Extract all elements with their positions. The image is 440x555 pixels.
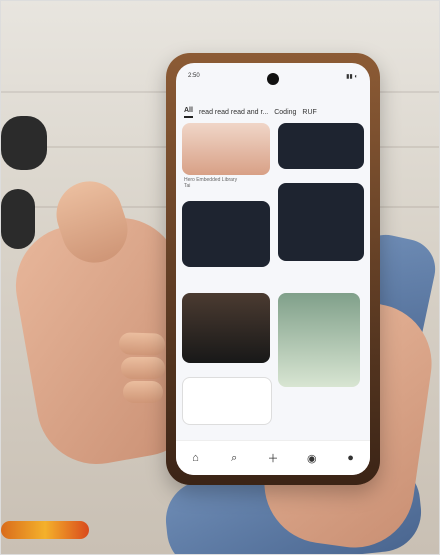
tab-ruf[interactable]: RUF [302,109,316,116]
content-grid: Hero Embedded Library Tai [182,123,364,437]
status-icons: ▮▮ ◐ [346,74,358,80]
left-finger-3 [123,381,163,403]
plus-icon[interactable]: ＋ [264,449,282,467]
card-dark-1[interactable] [278,123,364,169]
bracelet [1,521,89,539]
card-text-1: Hero Embedded Library Tai [184,177,268,189]
tab-all[interactable]: All [184,107,193,118]
card-image-3[interactable] [278,293,360,387]
chat-icon[interactable]: ◉ [303,449,321,467]
card-image-1[interactable] [182,123,270,175]
top-tabs: All read read read and r... Coding RUF [184,103,362,121]
left-shoe [1,116,47,170]
home-icon[interactable]: ⌂ [186,449,204,467]
card-dark-3[interactable] [278,183,364,261]
left-shoe-lower [1,189,35,249]
status-time: 2:50 [188,73,200,79]
card-dark-2[interactable] [182,201,270,267]
card-text-1-title: Hero Embedded Library [184,177,238,183]
card-text-1-subtitle: Tai [184,183,191,189]
status-bar: 2:50 ▮▮ ◐ [188,73,358,80]
bottom-nav: ⌂ ⌕ ＋ ◉ ● [176,440,370,475]
photo-frame: 2:50 ▮▮ ◐ All read read read and r... Co… [0,0,440,555]
left-finger-2 [121,357,165,379]
phone-screen: 2:50 ▮▮ ◐ All read read read and r... Co… [176,63,370,475]
search-icon[interactable]: ⌕ [225,449,243,467]
tab-coding[interactable]: Coding [274,109,296,116]
left-finger-1 [118,332,166,356]
card-light-1[interactable] [182,377,272,425]
card-image-2[interactable] [182,293,270,363]
phone: 2:50 ▮▮ ◐ All read read read and r... Co… [166,53,380,485]
profile-icon[interactable]: ● [342,449,360,467]
tab-read[interactable]: read read read and r... [199,109,268,116]
